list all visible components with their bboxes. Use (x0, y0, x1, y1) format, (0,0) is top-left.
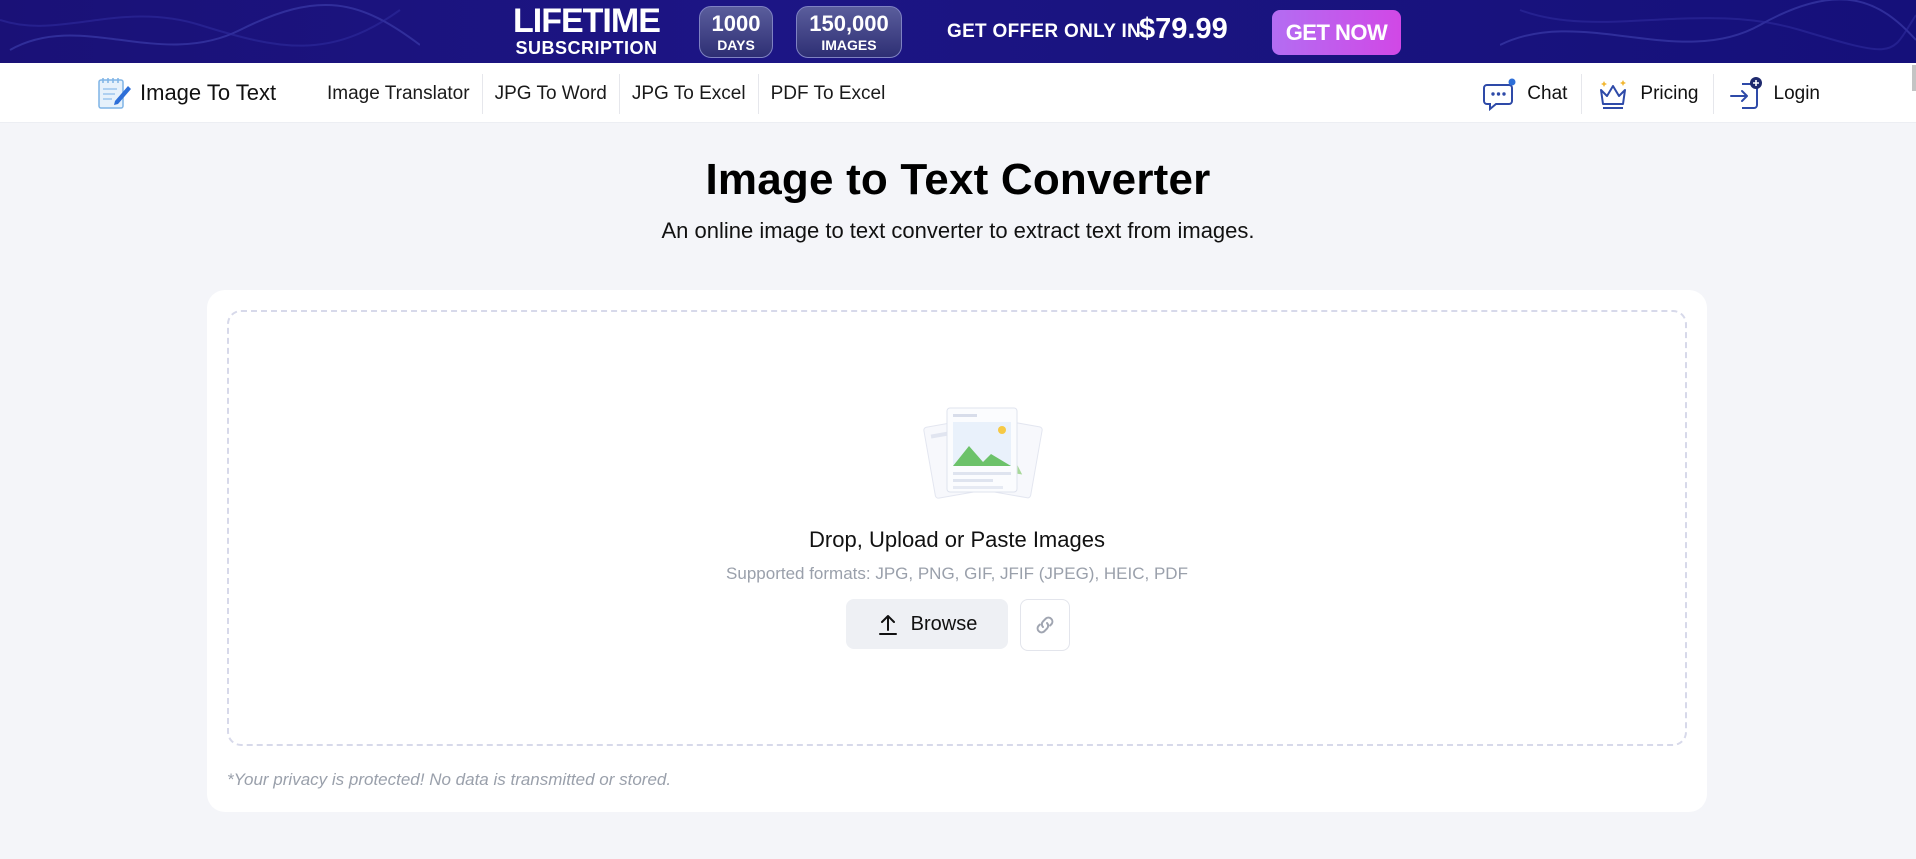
promo-title-text: LIFETIME (513, 2, 661, 40)
banner-swirl-left (0, 4, 420, 51)
privacy-note: *Your privacy is protected! No data is t… (227, 770, 672, 789)
nav-link-jpg-to-excel[interactable]: JPG To Excel (620, 74, 759, 114)
logo-text: Image To Text (140, 80, 277, 105)
chat-label: Chat (1527, 83, 1568, 104)
chat-bubble-icon (1483, 78, 1516, 111)
images-stack-icon (923, 407, 1043, 499)
upload-arrow-icon (878, 615, 897, 635)
scrollbar-thumb[interactable] (1912, 65, 1916, 91)
nav-link-image-translator[interactable]: Image Translator (315, 74, 483, 114)
notepad-pencil-icon (98, 78, 131, 109)
paste-url-button[interactable] (1020, 599, 1070, 651)
login-arrow-icon (1729, 77, 1762, 109)
login-button[interactable]: Login (1712, 74, 1835, 114)
promo-subtitle: SUBSCRIPTION (515, 38, 658, 58)
login-label: Login (1773, 83, 1821, 104)
offer-text: GET OFFER ONLY IN (947, 21, 1142, 42)
nav-actions: Chat Pricing Login (1469, 74, 1834, 114)
pricing-label: Pricing (1640, 83, 1699, 104)
days-number: 1000 (711, 11, 761, 36)
days-pill: 1000 DAYS (699, 6, 773, 58)
crown-icon (1600, 80, 1627, 109)
promo-banner: LIFETIME SUBSCRIPTION 1000 DAYS 150,000 … (0, 0, 1916, 63)
drop-zone[interactable]: Drop, Upload or Paste Images Supported f… (227, 310, 1687, 746)
days-label: DAYS (717, 37, 755, 53)
nav-link-jpg-to-word[interactable]: JPG To Word (483, 74, 620, 114)
nav-links: Image Translator JPG To Word JPG To Exce… (315, 74, 897, 114)
chat-button[interactable]: Chat (1469, 74, 1581, 114)
promo-title: LIFETIME SUBSCRIPTION (513, 2, 661, 58)
images-number: 150,000 (809, 11, 889, 36)
offer-price: $79.99 (1139, 13, 1228, 45)
images-pill: 150,000 IMAGES (796, 6, 902, 58)
page-subtitle: An online image to text converter to ext… (661, 218, 1255, 243)
link-icon (1036, 616, 1054, 634)
nav-link-pdf-to-excel[interactable]: PDF To Excel (759, 74, 898, 114)
images-label: IMAGES (821, 37, 877, 53)
upload-card: Drop, Upload or Paste Images Supported f… (207, 290, 1707, 812)
browse-label: Browse (910, 612, 978, 635)
browse-button[interactable]: Browse (846, 599, 1008, 649)
site-logo[interactable]: Image To Text (96, 75, 276, 111)
get-now-button[interactable]: GET NOW (1272, 10, 1401, 55)
pricing-button[interactable]: Pricing (1581, 74, 1712, 114)
supported-formats: Supported formats: JPG, PNG, GIF, JFIF (… (726, 564, 1188, 583)
drop-zone-title: Drop, Upload or Paste Images (809, 527, 1105, 552)
page-title: Image to Text Converter (705, 155, 1211, 204)
banner-swirl-right (1500, 0, 1916, 51)
top-nav: Image To Text Image Translator JPG To Wo… (0, 63, 1916, 123)
